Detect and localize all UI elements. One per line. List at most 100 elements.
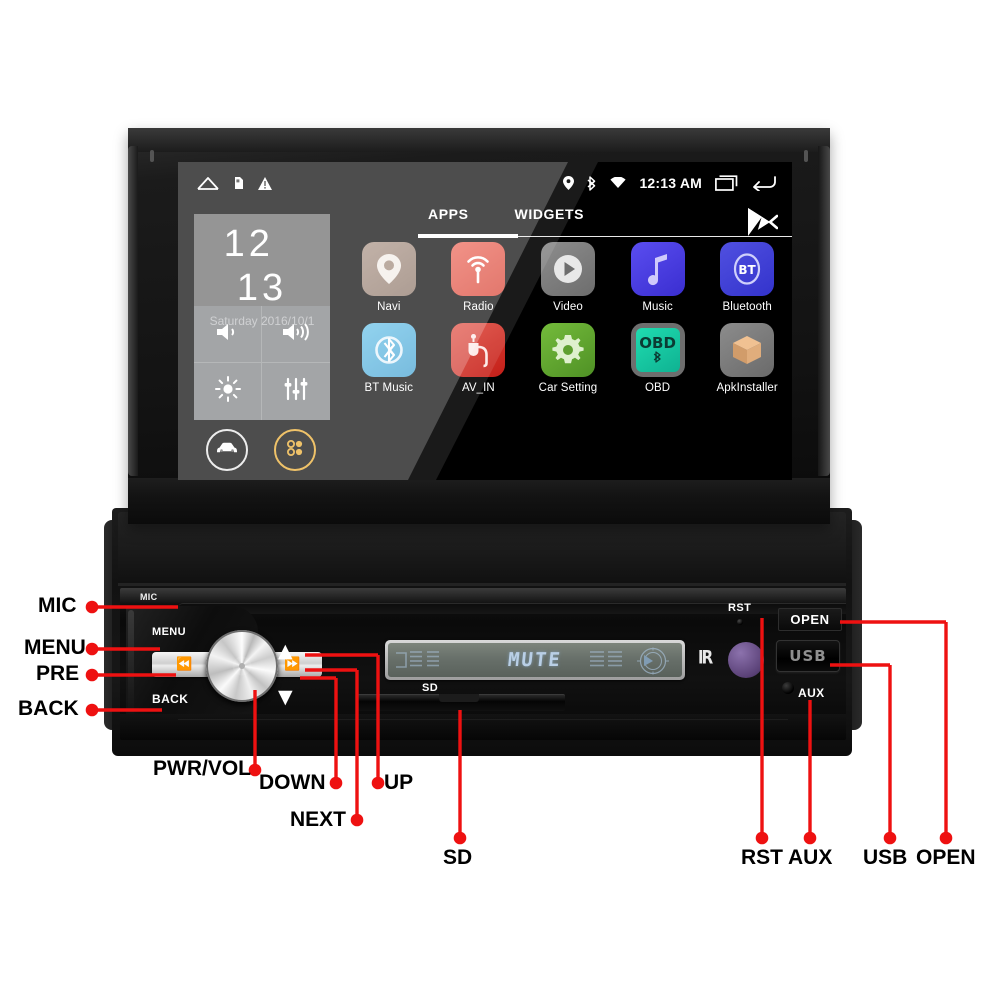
app-av-in[interactable]: AV_IN (434, 323, 524, 394)
car-mode-button[interactable] (206, 429, 248, 471)
prev-track-icon: ⏪ (176, 657, 193, 672)
brightness-icon (214, 376, 241, 407)
launcher-tabs: APPS WIDGETS (406, 206, 792, 238)
callout-label-up: UP (384, 771, 414, 794)
open-button[interactable]: OPEN (778, 608, 842, 631)
app-label: Navi (377, 301, 401, 313)
svg-text:BT: BT (739, 263, 757, 277)
music-note-icon (630, 242, 685, 296)
status-bar-time: 12:13 AM (639, 175, 702, 191)
home-icon[interactable] (196, 175, 220, 191)
wifi-icon (610, 176, 627, 189)
speaker-low-icon (215, 321, 241, 348)
app-label: Radio (463, 301, 494, 313)
housing-notch-left (150, 150, 154, 162)
apps-grid-icon (284, 437, 306, 464)
tab-apps[interactable]: APPS (428, 206, 469, 222)
gear-icon (540, 323, 595, 377)
callout-label-sd: SD (443, 846, 473, 869)
touchscreen[interactable]: 12:13 AM APPS WIDGETS 12 13 Navi Radio V… (178, 162, 792, 480)
callout-label-down: DOWN (259, 771, 326, 794)
menu-print-label: MENU (152, 626, 186, 638)
screen-housing: 12:13 AM APPS WIDGETS 12 13 Navi Radio V… (128, 128, 830, 524)
equalizer-icon (283, 377, 309, 406)
aux-print-label: AUX (798, 686, 825, 700)
app-radio[interactable]: Radio (434, 242, 524, 313)
power-volume-knob[interactable] (206, 630, 278, 702)
package-box-icon (720, 323, 775, 377)
callout-label-pwr-vol: PWR/VOL (153, 757, 251, 780)
clock-face: 12 13 Saturday 2016/10/1 (194, 214, 330, 328)
car-icon (215, 441, 239, 460)
play-circle-icon (540, 242, 595, 296)
app-label: Video (553, 301, 583, 313)
open-button-label: OPEN (790, 612, 830, 627)
app-grid: Navi Radio Video Music BT Bluetooth BT M… (344, 242, 792, 394)
ir-print-label: IR (698, 645, 713, 669)
lcd-text: MUTE (506, 649, 564, 671)
app-label: Car Setting (538, 382, 598, 394)
app-bt-music[interactable]: BT Music (344, 323, 434, 394)
callout-label-mic: MIC (38, 594, 77, 617)
device-diagram: MIC MENU BACK ⏪ ⏩ ▲ ▼ MUTE IR SD RST OPE… (0, 0, 1000, 1000)
clock-hour: 12 (223, 223, 274, 265)
faceplate-bottom-lip (120, 714, 846, 740)
tab-active-indicator (418, 234, 518, 238)
back-icon[interactable] (752, 175, 776, 192)
app-apk-installer[interactable]: ApkInstaller (702, 323, 792, 394)
callout-label-menu: MENU (24, 636, 86, 659)
speaker-high-icon (281, 321, 311, 348)
app-label: Music (642, 301, 673, 313)
location-icon (563, 176, 575, 190)
mic-print-label: MIC (140, 592, 158, 602)
app-obd[interactable]: OBD OBD (613, 323, 703, 394)
clock-widget[interactable]: 12 13 Saturday 2016/10/1 (194, 214, 330, 420)
callout-label-next: NEXT (290, 808, 347, 831)
back-print-label: BACK (152, 692, 189, 706)
up-button[interactable]: ▲ (278, 640, 293, 662)
app-label: ApkInstaller (716, 382, 778, 394)
app-video[interactable]: Video (523, 242, 613, 313)
down-button[interactable]: ▼ (278, 686, 293, 708)
bluetooth-bt-icon: BT (720, 242, 775, 296)
faceplate: MIC MENU BACK ⏪ ⏩ ▲ ▼ MUTE IR SD RST OPE… (120, 588, 846, 740)
equalizer-tile[interactable] (262, 363, 330, 420)
recents-icon[interactable] (715, 175, 739, 191)
aux-jack[interactable] (782, 682, 794, 694)
callout-label-usb: USB (863, 846, 908, 869)
ir-receiver (728, 642, 764, 678)
lcd-display: MUTE (385, 640, 685, 680)
clock-minute: 13 (236, 267, 288, 309)
callout-label-rst: RST (741, 846, 783, 869)
sim-card-icon (234, 176, 244, 190)
widget-dock (194, 424, 342, 476)
housing-side-left (128, 146, 138, 476)
status-bar: 12:13 AM (178, 162, 792, 204)
housing-top-bar (128, 128, 830, 152)
app-music[interactable]: Music (613, 242, 703, 313)
volume-down-tile[interactable] (194, 306, 262, 363)
tab-widgets[interactable]: WIDGETS (515, 206, 585, 222)
lcd-right-segments (590, 651, 622, 667)
sd-print-label: SD (422, 682, 439, 694)
app-label: AV_IN (461, 382, 495, 394)
housing-side-right (818, 146, 830, 476)
reset-pinhole[interactable] (737, 619, 743, 625)
map-pin-icon (361, 242, 416, 296)
all-apps-button[interactable] (274, 429, 316, 471)
volume-up-tile[interactable] (262, 306, 330, 363)
callout-label-aux: AUX (788, 846, 833, 869)
app-label: OBD (644, 382, 671, 394)
app-navi[interactable]: Navi (344, 242, 434, 313)
warning-icon (258, 176, 272, 190)
play-store-icon[interactable] (744, 206, 779, 243)
brightness-tile[interactable] (194, 363, 262, 420)
radio-waves-icon (451, 242, 506, 296)
app-car-setting[interactable]: Car Setting (523, 323, 613, 394)
callout-label-open: OPEN (916, 846, 976, 869)
app-bluetooth[interactable]: BT Bluetooth (702, 242, 792, 313)
sd-card-slot[interactable] (357, 694, 565, 711)
lcd-left-segments (396, 651, 439, 668)
usb-port[interactable]: USB (776, 640, 840, 672)
callout-label-pre: PRE (36, 662, 80, 685)
